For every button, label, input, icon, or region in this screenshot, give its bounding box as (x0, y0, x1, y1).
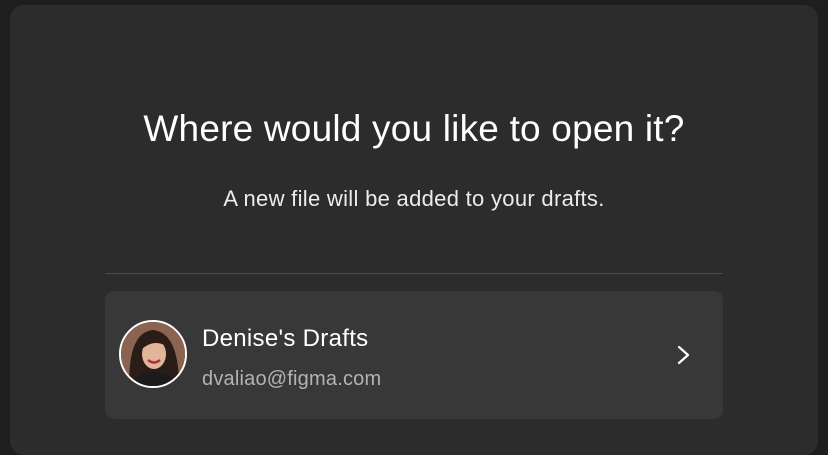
avatar-photo (121, 322, 185, 386)
chevron-right-icon (677, 345, 690, 365)
dialog-title: Where would you like to open it? (143, 108, 685, 149)
drafts-email: dvaliao@figma.com (202, 368, 382, 390)
dialog-subtitle: A new file will be added to your drafts. (223, 186, 605, 211)
drafts-destination-option[interactable]: Denise's Drafts dvaliao@figma.com (105, 291, 723, 419)
divider (105, 273, 723, 274)
drafts-name: Denise's Drafts (202, 325, 369, 352)
user-avatar (119, 320, 187, 388)
